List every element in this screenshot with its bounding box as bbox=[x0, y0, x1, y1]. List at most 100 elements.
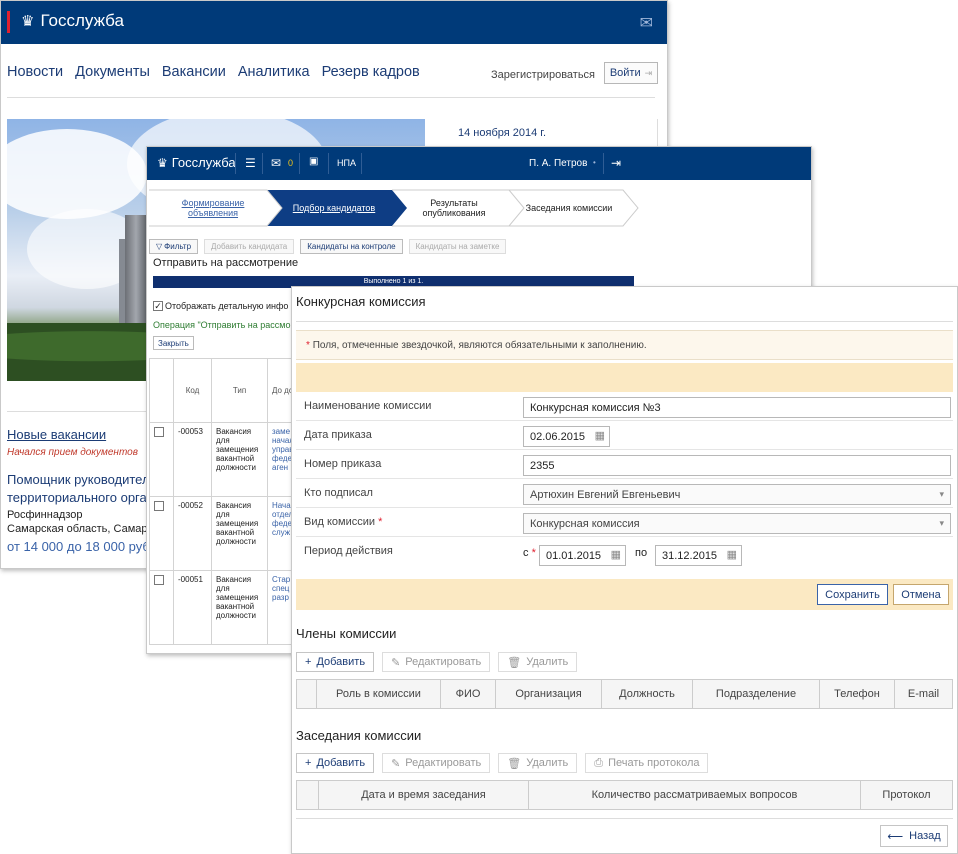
required-star: * bbox=[378, 516, 383, 528]
document-icon[interactable]: ▣ bbox=[309, 156, 318, 167]
edit-member-button[interactable]: ✎ Редактировать bbox=[382, 652, 491, 672]
step-formation[interactable]: Формирование объявления bbox=[157, 189, 269, 227]
mail-count: 0 bbox=[288, 158, 294, 168]
type-label: Вид комиссии * bbox=[304, 516, 382, 528]
back-button[interactable]: ⟵ Назад bbox=[880, 825, 948, 847]
plus-icon: + bbox=[305, 656, 312, 668]
from-label: с * bbox=[523, 547, 536, 559]
type-select[interactable]: Конкурсная комиссия bbox=[523, 513, 951, 534]
commission-form: Наименование комиссии Конкурсная комисси… bbox=[296, 392, 953, 577]
members-col-phone[interactable]: Телефон bbox=[820, 680, 895, 708]
members-col-name[interactable]: ФИО bbox=[441, 680, 496, 708]
wizard-steps: Формирование объявления Подбор кандидато… bbox=[149, 189, 641, 227]
admin-logo[interactable]: ♛ Госслужба bbox=[157, 155, 236, 170]
step-selection[interactable]: Подбор кандидатов bbox=[279, 189, 389, 227]
members-col-department[interactable]: Подразделение bbox=[693, 680, 820, 708]
print-protocol-button[interactable]: ⎙ Печать протокола bbox=[585, 753, 709, 773]
calendar-icon[interactable]: ▦ bbox=[595, 429, 605, 442]
nav-documents[interactable]: Документы bbox=[75, 64, 150, 80]
admin-toolbar: ▽ Фильтр Добавить кандидата Кандидаты на… bbox=[149, 239, 507, 254]
row-select[interactable] bbox=[149, 570, 174, 645]
cancel-button[interactable]: Отмена bbox=[893, 584, 949, 605]
mail-icon[interactable]: ✉ bbox=[640, 13, 653, 33]
delete-session-label: Удалить bbox=[526, 757, 569, 769]
sessions-col-questions[interactable]: Количество рассматриваемых вопросов bbox=[529, 781, 861, 809]
title-divider bbox=[296, 321, 953, 322]
nav-reserve[interactable]: Резерв кадров bbox=[322, 64, 420, 80]
step-meetings[interactable]: Заседания комиссии bbox=[519, 189, 619, 227]
save-button[interactable]: Сохранить bbox=[817, 584, 888, 605]
filter-label: Фильтр bbox=[164, 242, 192, 251]
members-col-email[interactable]: E-mail bbox=[895, 680, 952, 708]
operation-status: Операция "Отправить на рассмо bbox=[153, 320, 291, 330]
row-checkbox[interactable] bbox=[154, 575, 164, 585]
calendar-icon[interactable]: ▦ bbox=[727, 548, 737, 561]
login-button[interactable]: Войти ⇥ bbox=[604, 62, 658, 84]
job-title-link[interactable]: Помощник руководителя территориального о… bbox=[7, 471, 157, 507]
mail-icon[interactable]: ✉ bbox=[271, 156, 281, 170]
add-member-button[interactable]: + Добавить bbox=[296, 652, 375, 672]
detail-toggle[interactable]: ✓ Отображать детальную инфо bbox=[153, 301, 288, 311]
from-date-input[interactable]: 01.01.2015 ▦ bbox=[539, 545, 626, 566]
table-row[interactable]: -00052 Вакансия для замещения вакантной … bbox=[149, 496, 302, 571]
portal-logo[interactable]: ♛ Госслужба bbox=[21, 11, 124, 31]
register-link[interactable]: Зарегистрироваться bbox=[491, 69, 595, 81]
row-select[interactable] bbox=[149, 496, 174, 571]
calendar-icon[interactable]: ▦ bbox=[611, 548, 621, 561]
plus-icon: + bbox=[305, 757, 312, 769]
row-checkbox[interactable] bbox=[154, 501, 164, 511]
nav-analytics[interactable]: Аналитика bbox=[238, 64, 310, 80]
sessions-col-protocol[interactable]: Протокол bbox=[861, 781, 952, 809]
to-date-input[interactable]: 31.12.2015 ▦ bbox=[655, 545, 742, 566]
commission-title: Конкурсная комиссия bbox=[296, 294, 426, 309]
admin-header: ♛ Госслужба ☰ ✉ 0 ▣ НПА П. А. Петров • ⇥ bbox=[147, 147, 811, 180]
order-date-value: 02.06.2015 bbox=[530, 431, 586, 443]
name-label: Наименование комиссии bbox=[304, 400, 432, 412]
close-button[interactable]: Закрыть bbox=[153, 336, 194, 350]
sessions-col-datetime[interactable]: Дата и время заседания bbox=[319, 781, 529, 809]
order-date-input[interactable]: 02.06.2015 ▦ bbox=[523, 426, 610, 447]
pencil-icon: ✎ bbox=[391, 656, 401, 669]
col-select bbox=[149, 358, 174, 423]
npa-link[interactable]: НПА bbox=[337, 158, 356, 168]
logout-icon[interactable]: ⇥ bbox=[611, 156, 621, 170]
signed-select[interactable]: Артюхин Евгений Евгеньевич bbox=[523, 484, 951, 505]
filter-icon: ▽ bbox=[156, 242, 163, 251]
members-toolbar: + Добавить ✎ Редактировать 🗑 Удалить bbox=[296, 652, 578, 672]
order-number-input[interactable]: 2355 bbox=[523, 455, 951, 476]
members-col-org[interactable]: Организация bbox=[496, 680, 602, 708]
members-col-role[interactable]: Роль в комиссии bbox=[317, 680, 441, 708]
row-select[interactable] bbox=[149, 422, 174, 497]
nav-vacancies[interactable]: Вакансии bbox=[162, 64, 226, 80]
step-results[interactable]: Результаты опубликования bbox=[399, 189, 509, 227]
required-star: * bbox=[531, 547, 536, 559]
add-session-button[interactable]: + Добавить bbox=[296, 753, 375, 773]
add-candidate-button[interactable]: Добавить кандидата bbox=[204, 239, 295, 254]
members-table-header: Роль в комиссии ФИО Организация Должност… bbox=[296, 679, 953, 709]
commission-window: Конкурсная комиссия * Поля, отмеченные з… bbox=[291, 286, 958, 854]
name-input[interactable]: Конкурсная комиссия №3 bbox=[523, 397, 951, 418]
noted-candidates-button[interactable]: Кандидаты на заметке bbox=[408, 239, 507, 254]
table-row[interactable]: -00051 Вакансия для замещения вакантной … bbox=[149, 570, 302, 645]
vacancies-note: Начался прием документов bbox=[7, 447, 138, 458]
menu-icon[interactable]: ☰ bbox=[245, 156, 256, 170]
new-vacancies-link[interactable]: Новые вакансии bbox=[7, 427, 106, 442]
type-label-text: Вид комиссии bbox=[304, 516, 376, 528]
row-code: -00052 bbox=[173, 496, 212, 571]
from-date-value: 01.01.2015 bbox=[546, 550, 602, 562]
filter-button[interactable]: ▽ Фильтр bbox=[149, 239, 199, 254]
row-checkbox[interactable] bbox=[154, 427, 164, 437]
user-dropdown-icon[interactable]: • bbox=[593, 158, 596, 167]
news-date: 14 ноября 2014 г. bbox=[458, 127, 546, 139]
detail-checkbox[interactable]: ✓ bbox=[153, 301, 163, 311]
control-candidates-button[interactable]: Кандидаты на контроле bbox=[300, 239, 403, 254]
row-type: Вакансия для замещения вакантной должнос… bbox=[211, 496, 268, 571]
table-row[interactable]: -00053 Вакансия для замещения вакантной … bbox=[149, 422, 302, 497]
sessions-col-select bbox=[297, 781, 319, 809]
user-menu[interactable]: П. А. Петров bbox=[529, 158, 587, 169]
delete-member-button[interactable]: 🗑 Удалить bbox=[498, 652, 578, 672]
members-col-position[interactable]: Должность bbox=[602, 680, 693, 708]
nav-news[interactable]: Новости bbox=[7, 64, 63, 80]
edit-session-button[interactable]: ✎ Редактировать bbox=[382, 753, 491, 773]
delete-session-button[interactable]: 🗑 Удалить bbox=[498, 753, 578, 773]
